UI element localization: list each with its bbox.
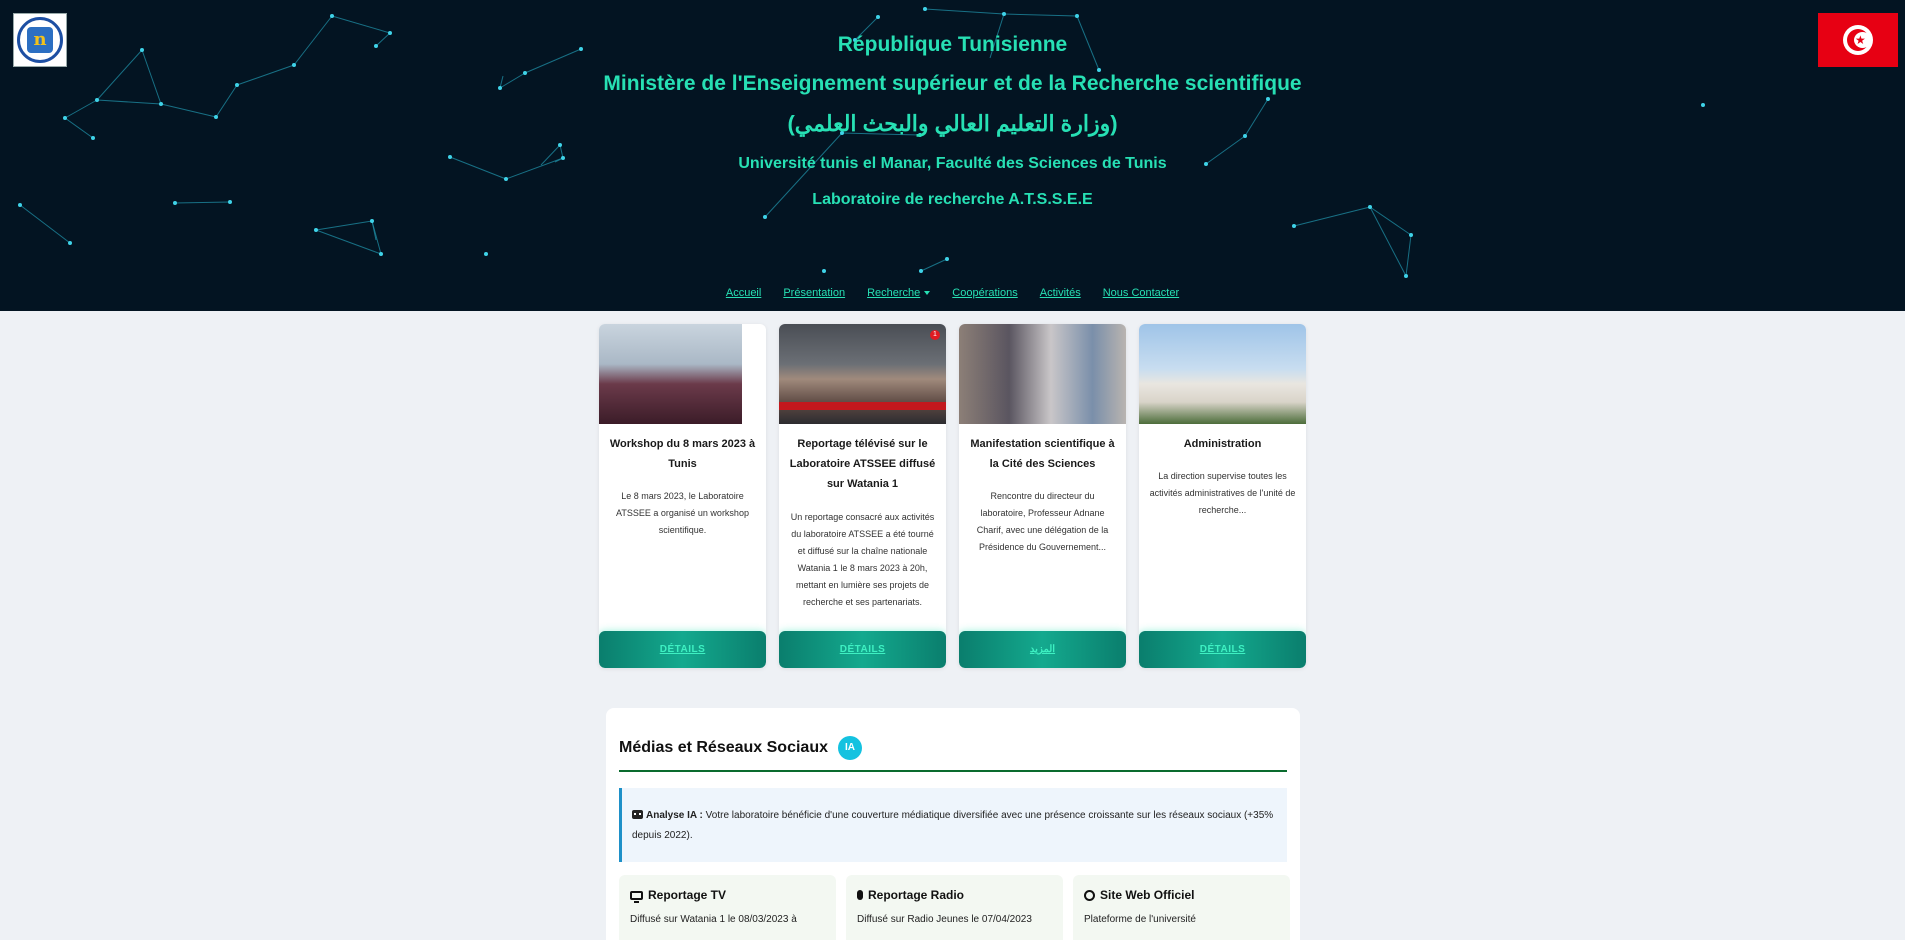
details-button[interactable]: DÉTAILS bbox=[599, 631, 766, 668]
ai-analysis-box: Analyse IA : Votre laboratoire bénéficie… bbox=[619, 788, 1287, 862]
news-card-administration: Administration La direction supervise to… bbox=[1139, 324, 1306, 668]
main-nav: Accueil Présentation Recherche Coopérati… bbox=[0, 287, 1905, 299]
card-title: Manifestation scientifique à la Cité des… bbox=[970, 438, 1115, 470]
tv-report-photo: 1 bbox=[779, 324, 946, 424]
card-text: Le 8 mars 2023, le Laboratoire ATSSEE a … bbox=[616, 491, 749, 535]
media-items: Reportage TV Diffusé sur Watania 1 le 08… bbox=[619, 875, 1290, 940]
nav-contact[interactable]: Nous Contacter bbox=[1103, 287, 1179, 299]
more-button[interactable]: المزيد bbox=[959, 631, 1126, 668]
media-title: Médias et Réseaux Sociaux bbox=[619, 739, 828, 756]
media-item-text: Plateforme de l'université bbox=[1084, 914, 1196, 925]
robot-icon bbox=[632, 810, 643, 819]
media-item-text: Diffusé sur Radio Jeunes le 07/04/2023 bbox=[857, 914, 1032, 925]
laboratory-title: Laboratoire de recherche A.T.S.S.E.E bbox=[812, 191, 1093, 208]
details-button[interactable]: DÉTAILS bbox=[1139, 631, 1306, 668]
analysis-label: Analyse IA : bbox=[646, 810, 703, 821]
news-card-workshop: Workshop du 8 mars 2023 à Tunis Le 8 mar… bbox=[599, 324, 766, 668]
ia-badge: IA bbox=[837, 736, 862, 760]
building-photo bbox=[1139, 324, 1306, 424]
nav-presentation[interactable]: Présentation bbox=[783, 287, 845, 299]
workshop-photo bbox=[599, 324, 742, 424]
country-title: République Tunisienne bbox=[837, 33, 1068, 56]
media-item-website: Site Web Officiel Plateforme de l'univer… bbox=[1073, 875, 1290, 940]
card-text: Rencontre du directeur du laboratoire, P… bbox=[976, 491, 1109, 552]
news-card-tv-report: 1 Reportage télévisé sur le Laboratoire … bbox=[779, 324, 946, 668]
ministry-title: Ministère de l'Enseignement supérieur et… bbox=[603, 72, 1302, 95]
media-item-title: Reportage TV bbox=[648, 888, 727, 902]
globe-icon bbox=[1084, 889, 1095, 901]
card-text: La direction supervise toutes les activi… bbox=[1149, 471, 1296, 515]
microphone-icon bbox=[857, 890, 863, 900]
news-card-cite-sciences: Manifestation scientifique à la Cité des… bbox=[959, 324, 1126, 668]
news-cards: Workshop du 8 mars 2023 à Tunis Le 8 mar… bbox=[599, 324, 1306, 668]
analysis-text: Votre laboratoire bénéficie d'une couver… bbox=[632, 810, 1274, 841]
card-text: Un reportage consacré aux activités du l… bbox=[790, 512, 935, 607]
nav-activites[interactable]: Activités bbox=[1040, 287, 1081, 299]
media-item-text: Diffusé sur Watania 1 le 08/03/2023 à bbox=[630, 914, 797, 925]
delegation-photo bbox=[959, 324, 1126, 424]
card-title: Reportage télévisé sur le Laboratoire AT… bbox=[789, 438, 936, 490]
media-panel: Médias et Réseaux Sociaux IA Analyse IA … bbox=[606, 708, 1300, 940]
media-item-title: Reportage Radio bbox=[868, 888, 965, 902]
nav-recherche-label[interactable]: Recherche bbox=[867, 287, 920, 299]
card-title: Administration bbox=[1183, 438, 1262, 450]
tv-icon bbox=[630, 890, 643, 903]
details-button[interactable]: DÉTAILS bbox=[779, 631, 946, 668]
media-item-tv: Reportage TV Diffusé sur Watania 1 le 08… bbox=[619, 875, 836, 940]
card-title: Workshop du 8 mars 2023 à Tunis bbox=[609, 438, 756, 470]
nav-recherche[interactable]: Recherche bbox=[867, 287, 931, 299]
nav-cooperations[interactable]: Coopérations bbox=[952, 287, 1017, 299]
media-item-title: Site Web Officiel bbox=[1100, 888, 1195, 902]
divider bbox=[619, 770, 1287, 772]
site-header: n ★ République Tunisienne Ministère de l… bbox=[0, 0, 1905, 311]
media-item-radio: Reportage Radio Diffusé sur Radio Jeunes… bbox=[846, 875, 1063, 940]
ministry-title-arabic: (وزارة التعليم العالي والبحث العلمي) bbox=[787, 111, 1118, 136]
university-title: Université tunis el Manar, Faculté des S… bbox=[738, 155, 1167, 172]
nav-accueil[interactable]: Accueil bbox=[726, 287, 761, 299]
chevron-down-icon[interactable] bbox=[924, 291, 931, 296]
media-header: Médias et Réseaux Sociaux IA bbox=[619, 736, 862, 760]
